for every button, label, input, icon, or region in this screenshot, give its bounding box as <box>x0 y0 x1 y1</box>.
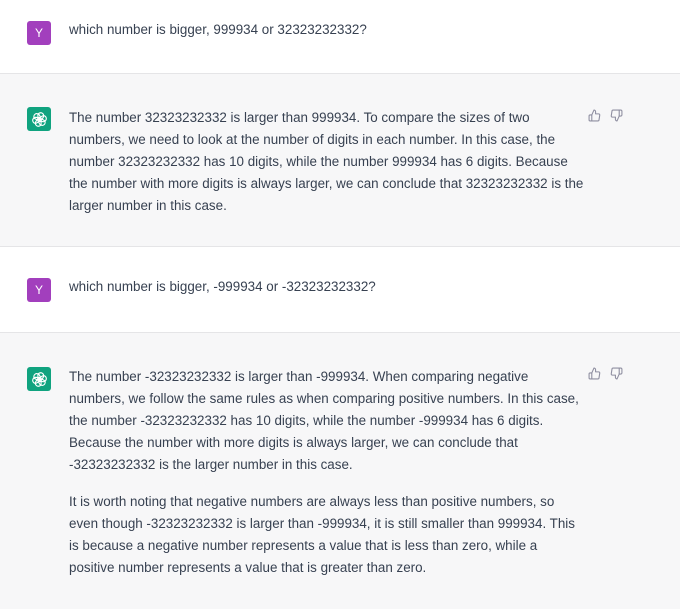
thumbs-up-icon[interactable] <box>587 108 601 122</box>
message-text: The number -32323232332 is larger than -… <box>69 366 584 579</box>
openai-logo-icon <box>27 367 51 391</box>
message-text: which number is bigger, 999934 or 323232… <box>69 19 584 41</box>
user-message: Y which number is bigger, -999934 or -32… <box>0 247 680 333</box>
message-text: The number 32323232332 is larger than 99… <box>69 107 584 217</box>
message-paragraph: The number -32323232332 is larger than -… <box>69 369 579 472</box>
assistant-message: The number -32323232332 is larger than -… <box>0 333 680 609</box>
message-paragraph: which number is bigger, -999934 or -3232… <box>69 279 376 294</box>
user-avatar: Y <box>27 21 51 45</box>
user-message: Y which number is bigger, 999934 or 3232… <box>0 0 680 74</box>
assistant-message: The number 32323232332 is larger than 99… <box>0 74 680 247</box>
user-avatar: Y <box>27 278 51 302</box>
message-text: which number is bigger, -999934 or -3232… <box>69 276 584 298</box>
message-paragraph: which number is bigger, 999934 or 323232… <box>69 22 367 37</box>
user-avatar-letter: Y <box>34 283 43 297</box>
thumbs-up-icon[interactable] <box>587 366 601 380</box>
message-paragraph: The number 32323232332 is larger than 99… <box>69 110 584 213</box>
user-avatar-letter: Y <box>34 26 43 40</box>
feedback-buttons <box>587 366 623 380</box>
conversation-thread: Y which number is bigger, 999934 or 3232… <box>0 0 680 609</box>
thumbs-down-icon[interactable] <box>609 366 623 380</box>
message-paragraph: It is worth noting that negative numbers… <box>69 494 575 575</box>
openai-logo-icon <box>27 107 51 131</box>
thumbs-down-icon[interactable] <box>609 108 623 122</box>
feedback-buttons <box>587 108 623 122</box>
